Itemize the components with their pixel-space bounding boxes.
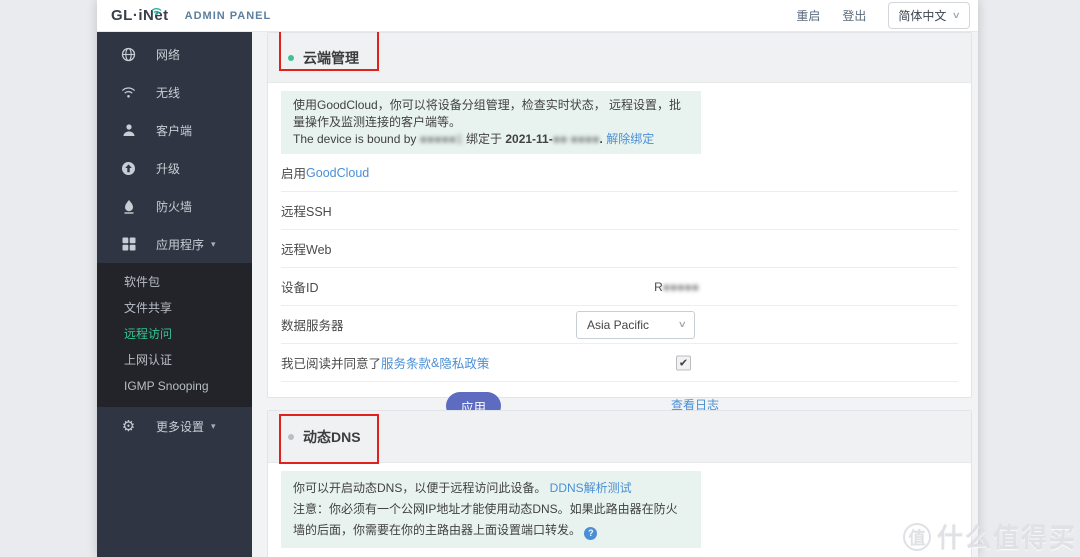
ddns-info-box: 你可以开启动态DNS，以便于远程访问此设备。 DDNS解析测试 注意：你必须有一… <box>281 471 701 548</box>
firewall-icon <box>121 199 136 214</box>
sidebar-item-wireless[interactable]: 无线 <box>97 73 252 111</box>
row-data-server: 数据服务器 Asia Pacific ∨ <box>281 306 958 344</box>
check-icon: ✔ <box>678 357 689 369</box>
ddns-test-link[interactable]: DDNS解析测试 <box>550 481 632 495</box>
ddns-description: 你可以开启动态DNS，以便于远程访问此设备。 <box>293 481 550 495</box>
status-dot <box>288 433 294 440</box>
chevron-down-icon: ∨ <box>952 10 962 20</box>
unbind-link[interactable]: 解除绑定 <box>606 132 654 146</box>
sidebar-item-igmp-snooping[interactable]: IGMP Snooping <box>97 373 252 399</box>
sidebar-item-applications[interactable]: 应用程序 ▾ <box>97 225 252 263</box>
clients-icon <box>121 123 136 138</box>
gear-icon: ⚙ <box>121 417 136 435</box>
goodcloud-link[interactable]: GoodCloud <box>306 166 369 180</box>
row-agree-terms: 我已阅读并同意了 服务条款 & 隐私政策 ✔ <box>281 344 958 382</box>
sidebar-item-more-settings[interactable]: ⚙ 更多设置 ▾ <box>97 407 252 445</box>
sidebar-item-label: 应用程序 <box>156 237 205 252</box>
terms-of-service-link[interactable]: 服务条款 <box>381 353 431 372</box>
admin-panel-label: ADMIN PANEL <box>184 9 272 22</box>
sidebar: 网络 无线 客户端 升级 防火墙 应用程序 ▾ 软件包 文件共享 远程访问 上网… <box>97 32 252 557</box>
topbar: GL·iNet ADMIN PANEL 重启 登出 简体中文 ∨ <box>97 0 978 32</box>
sidebar-item-remote-access[interactable]: 远程访问 <box>97 321 252 347</box>
sidebar-item-label: 更多设置 <box>156 419 205 434</box>
sidebar-item-upgrade[interactable]: 升级 <box>97 149 252 187</box>
data-server-select[interactable]: Asia Pacific ∨ <box>576 310 695 339</box>
admin-panel-window: GL·iNet ADMIN PANEL 重启 登出 简体中文 ∨ 网络 无线 客… <box>97 0 978 557</box>
sidebar-item-label: 无线 <box>156 85 181 100</box>
privacy-policy-link[interactable]: 隐私政策 <box>439 353 489 372</box>
row-enable-ddns: 启用 DDNS i <box>281 550 958 557</box>
sidebar-item-clients[interactable]: 客户端 <box>97 111 252 149</box>
restart-button[interactable]: 重启 <box>796 7 820 24</box>
sidebar-item-label: 防火墙 <box>156 199 193 214</box>
sidebar-item-firewall[interactable]: 防火墙 <box>97 187 252 225</box>
cloud-management-card: 云端管理 使用GoodCloud，你可以将设备分组管理，检查实时状态， 远程设置… <box>267 32 972 420</box>
applications-icon <box>121 237 136 252</box>
device-bound-line: The device is bound by ●●●●●1 绑定于 2021-1… <box>293 132 655 146</box>
row-device-id: 设备ID R●●●●● <box>281 268 958 306</box>
sidebar-item-captive-portal[interactable]: 上网认证 <box>97 347 252 373</box>
caret-down-icon: ▾ <box>211 238 216 249</box>
help-icon[interactable]: ? <box>584 527 598 540</box>
status-dot <box>288 54 294 61</box>
cloud-info-box: 使用GoodCloud，你可以将设备分组管理，检查实时状态， 远程设置，批量操作… <box>281 91 701 154</box>
cloud-description: 使用GoodCloud，你可以将设备分组管理，检查实时状态， 远程设置，批量操作… <box>293 98 682 129</box>
row-remote-web: 远程Web <box>281 230 958 268</box>
section-title-ddns: 动态DNS <box>303 428 361 445</box>
agree-checkbox[interactable]: ✔ <box>676 355 691 370</box>
device-id-value: R●●●●● <box>654 279 699 294</box>
wifi-logo-icon <box>151 2 162 19</box>
logout-button[interactable]: 登出 <box>842 7 866 24</box>
upgrade-icon <box>121 161 136 176</box>
masked-date: ●● ●●●● <box>552 132 600 146</box>
chevron-down-icon: ∨ <box>678 319 688 329</box>
page: GL·iNet ADMIN PANEL 重启 登出 简体中文 ∨ 网络 无线 客… <box>0 0 1080 557</box>
row-enable-goodcloud: 启用 GoodCloud <box>281 154 958 192</box>
cloud-card-header: 云端管理 <box>268 33 971 83</box>
masked-account: ●●●●●1 <box>419 132 463 146</box>
language-selector[interactable]: 简体中文 ∨ <box>888 2 970 29</box>
data-server-value: Asia Pacific <box>587 317 650 332</box>
ddns-note: 注意：你必须有一个公网IP地址才能使用动态DNS。如果此路由器在防火墙的后面，你… <box>293 502 678 537</box>
sidebar-item-label: 网络 <box>156 47 181 62</box>
row-remote-ssh: 远程SSH <box>281 192 958 230</box>
gl-inet-logo: GL·iNet <box>111 7 169 24</box>
applications-submenu: 软件包 文件共享 远程访问 上网认证 IGMP Snooping <box>97 263 252 407</box>
ddns-card-header: 动态DNS <box>268 411 971 463</box>
language-value: 简体中文 <box>898 9 947 23</box>
section-title-cloud: 云端管理 <box>303 49 359 66</box>
globe-icon <box>121 47 136 62</box>
sidebar-item-label: 客户端 <box>156 123 193 138</box>
caret-down-icon: ▾ <box>211 420 216 431</box>
sidebar-item-plugins[interactable]: 软件包 <box>97 269 252 295</box>
sidebar-item-label: 升级 <box>156 161 181 176</box>
main-content: 云端管理 使用GoodCloud，你可以将设备分组管理，检查实时状态， 远程设置… <box>252 32 978 557</box>
ddns-card: 动态DNS 你可以开启动态DNS，以便于远程访问此设备。 DDNS解析测试 注意… <box>267 410 972 557</box>
sidebar-item-network[interactable]: 网络 <box>97 35 252 73</box>
wifi-icon <box>121 85 136 100</box>
sidebar-item-file-sharing[interactable]: 文件共享 <box>97 295 252 321</box>
